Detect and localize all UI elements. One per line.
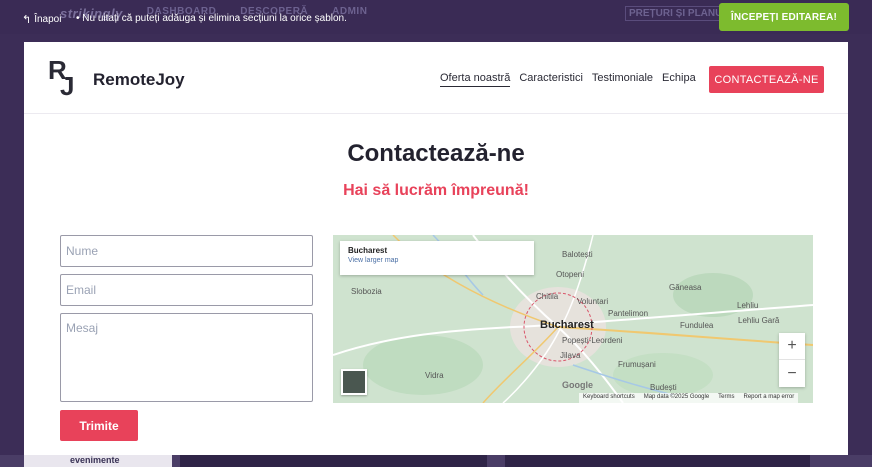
map-data-text: Map data ©2025 Google [643, 394, 710, 400]
contact-title: Contactează-ne [347, 140, 525, 167]
start-editing-button[interactable]: ÎNCEPEȚI EDITAREA! [719, 3, 849, 31]
email-field[interactable] [60, 274, 313, 306]
back-link[interactable]: ↰ Înapoi [22, 13, 61, 26]
background-tile [180, 455, 487, 467]
map-place-label: Vidra [425, 371, 444, 380]
nav-link-offer[interactable]: Oferta noastră [440, 72, 511, 87]
nav-link-features[interactable]: Caracteristici [519, 72, 583, 87]
site-logo-text[interactable]: RemoteJoy [93, 70, 185, 90]
map-place-label: Lehliu Gară [738, 316, 780, 325]
logo-mark[interactable]: R J [46, 57, 82, 101]
background-events-label: evenimente [70, 455, 120, 465]
zoom-in-button[interactable]: + [779, 333, 805, 360]
map-place-label: Găneasa [669, 283, 702, 292]
submit-button[interactable]: Trimite [60, 410, 138, 441]
template-preview: R J RemoteJoy Oferta noastră Caracterist… [24, 42, 848, 455]
map-attribution: Keyboard shortcuts Map data ©2025 Google… [579, 393, 799, 403]
map-place-label: Popești-Leordeni [562, 336, 623, 345]
logo-letter: J [60, 71, 75, 101]
map-place-label: Chitila [536, 292, 559, 301]
map-place-label: Slobozia [351, 287, 382, 296]
report-map-error-link[interactable]: Report a map error [744, 394, 795, 402]
header-contact-button[interactable]: CONTACTEAZĂ-NE [709, 66, 824, 93]
contact-subtitle: Hai să lucrăm împreună! [343, 182, 529, 199]
keyboard-shortcuts-link[interactable]: Keyboard shortcuts [583, 394, 635, 402]
map-place-label: Voluntari [577, 297, 609, 306]
map-place-label: Balotești [562, 250, 593, 259]
background-tile [505, 455, 810, 467]
map-place-title: Bucharest [348, 246, 388, 255]
back-label: Înapoi [34, 14, 62, 25]
map-place-label: Pantelimon [608, 309, 649, 318]
map-place-label: Jilava [560, 351, 581, 360]
map-place-label: Budești [650, 383, 677, 392]
map-info-card: Bucharest View larger map [340, 241, 534, 275]
nav-link-team[interactable]: Echipa [662, 72, 696, 87]
site-nav: Oferta noastră Caracteristici Testimonia… [440, 72, 696, 87]
map-city-label: Bucharest [540, 319, 594, 331]
google-logo: Google [562, 380, 593, 390]
satellite-toggle[interactable] [341, 369, 367, 395]
editor-background-footer: evenimente [0, 455, 872, 467]
map-zoom-control: + − [779, 333, 805, 387]
back-arrow-icon: ↰ [22, 14, 32, 26]
embedded-map[interactable]: Balotești Otopeni Chitila Voluntari Pant… [333, 235, 813, 403]
view-larger-map-link[interactable]: View larger map [348, 257, 526, 264]
map-place-label: Frumușani [618, 360, 656, 369]
editor-tip: • Nu uitați că puteți adăuga și elimina … [76, 13, 347, 24]
message-field[interactable] [60, 313, 313, 402]
name-field[interactable] [60, 235, 313, 267]
site-header: R J RemoteJoy Oferta noastră Caracterist… [24, 42, 848, 114]
map-place-label: Fundulea [680, 321, 714, 330]
map-place-label: Otopeni [556, 270, 585, 279]
map-place-label: Lehliu [737, 301, 759, 310]
nav-link-testimonials[interactable]: Testimoniale [592, 72, 653, 87]
zoom-out-button[interactable]: − [779, 360, 805, 387]
terms-link[interactable]: Terms [718, 394, 734, 402]
